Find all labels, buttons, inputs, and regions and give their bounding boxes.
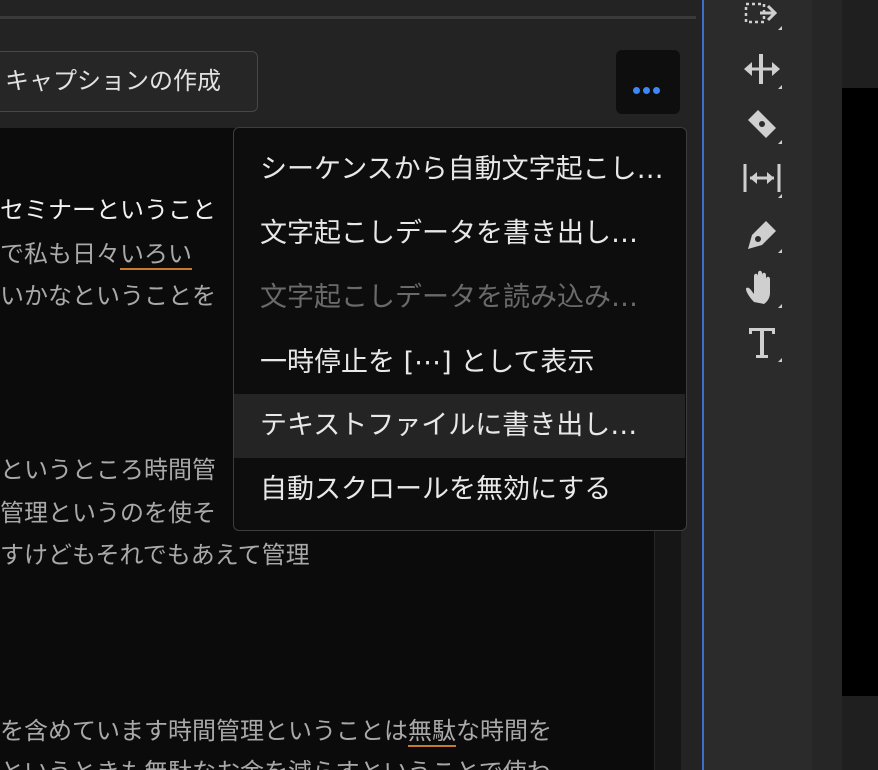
transcript-line: を含めています時間管理ということは無駄な時間を [0, 717, 552, 747]
ellipsis-icon [633, 79, 663, 98]
more-options-button[interactable] [616, 50, 680, 114]
transcript-line: というときも無駄なお金を減らすということで使わ [0, 756, 551, 770]
menu-item-disable-autoscroll[interactable]: 自動スクロールを無効にする [234, 458, 685, 522]
transcript-line: セミナーということ [0, 196, 216, 224]
menu-item-import-transcript: 文字起こしデータを読み込み… [260, 282, 638, 313]
underlined-word: 無駄 [408, 717, 456, 747]
transcript-line: すけどもそれでもあえて管理 [0, 541, 310, 569]
razor-icon[interactable] [742, 104, 782, 144]
ripple-edit-icon[interactable] [742, 49, 782, 89]
track-select-forward-icon[interactable] [742, 0, 782, 34]
panel-gutter [812, 0, 842, 770]
panel-divider [0, 16, 696, 19]
menu-item-show-pauses[interactable]: 一時停止を [⋯] として表示 [234, 331, 685, 395]
underlined-word: いろい [120, 240, 192, 270]
more-options-menu: シーケンスから自動文字起こし… 文字起こしデータを書き出し… 文字起こしデータを… [233, 127, 687, 531]
tools-panel [704, 0, 812, 770]
create-captions-button[interactable]: キャプションの作成 [0, 51, 258, 112]
transcript-line: いかなということを [0, 282, 216, 310]
pen-icon[interactable] [742, 213, 782, 253]
program-monitor-preview [842, 88, 878, 696]
transcript-line: で私も日々いろい [0, 240, 192, 270]
hand-icon[interactable] [742, 268, 782, 308]
transcript-line: 管理というのを使そ [0, 499, 216, 527]
menu-item-auto-transcribe[interactable]: シーケンスから自動文字起こし… [234, 138, 685, 202]
slip-icon[interactable] [742, 158, 782, 198]
menu-item-export-transcript[interactable]: 文字起こしデータを書き出し… [234, 202, 685, 266]
transcript-line: というところ時間管 [0, 456, 216, 484]
type-icon[interactable] [742, 322, 782, 362]
menu-item-export-text-file[interactable]: テキストファイルに書き出し… [234, 394, 685, 458]
